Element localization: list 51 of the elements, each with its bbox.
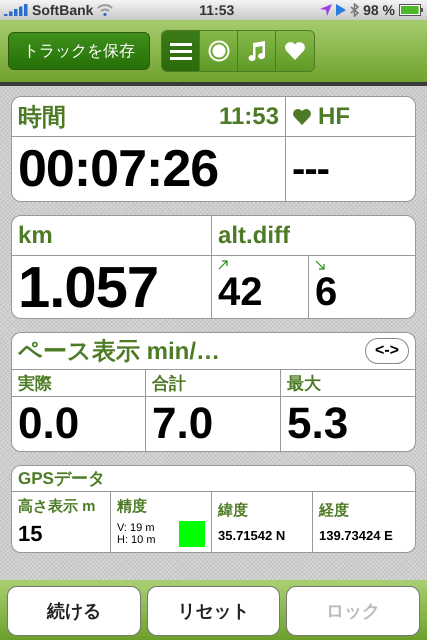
- ascent-value: 42: [218, 270, 262, 314]
- latitude-value: 35.71542 N: [218, 528, 286, 544]
- distance-value: 1.057: [18, 254, 158, 318]
- pace-label: 最大: [287, 372, 321, 394]
- battery-icon: [399, 4, 424, 16]
- segment-button[interactable]: [276, 31, 314, 71]
- heart-icon: [284, 41, 306, 61]
- vertical-accuracy: V: 19 m: [117, 522, 156, 534]
- play-icon: [336, 4, 346, 16]
- heart-icon: [292, 108, 312, 126]
- toggle-button[interactable]: <->: [364, 338, 409, 364]
- time-label: 時間: [18, 102, 66, 132]
- carrier-name: SoftBank: [32, 2, 94, 18]
- altitude-value: 15: [18, 521, 42, 547]
- pace-value: 0.0: [18, 399, 80, 449]
- record-icon: [208, 40, 230, 62]
- down-arrow-icon: [315, 260, 325, 270]
- descent-value: 6: [315, 270, 338, 314]
- longitude-value: 139.73424 E: [319, 528, 393, 544]
- action-button[interactable]: 続ける: [7, 586, 141, 636]
- pace-label: 合計: [152, 372, 186, 394]
- clock-time: 11:53: [218, 102, 279, 130]
- menu-icon: [170, 42, 192, 60]
- heart-rate-value: ---: [292, 146, 329, 192]
- action-button[interactable]: リセット: [146, 586, 280, 636]
- elapsed-time: 00:07:26: [18, 139, 218, 199]
- battery-percent: 98 %: [363, 2, 396, 18]
- music-note-icon: [246, 40, 266, 62]
- heart-rate-label: HF: [318, 102, 350, 130]
- longitude-label: 経度: [319, 500, 349, 520]
- segment-button[interactable]: [162, 31, 200, 71]
- segment-button[interactable]: [238, 31, 276, 71]
- up-arrow-icon: [218, 260, 228, 270]
- pace-value: 5.3: [287, 399, 348, 449]
- pace-value: 7.0: [152, 399, 214, 449]
- wifi-icon: [97, 4, 114, 16]
- horizontal-accuracy: H: 10 m: [117, 534, 156, 546]
- bluetooth-icon: [350, 3, 360, 17]
- save-track-button[interactable]: トラックを保存: [8, 32, 150, 70]
- clock: 11:53: [199, 2, 234, 18]
- signal-icon: [4, 4, 28, 16]
- pace-title: ペース表示 min/…: [18, 337, 220, 367]
- altitude-diff-label: alt.diff: [218, 222, 290, 250]
- distance-label: km: [18, 222, 53, 250]
- latitude-label: 緯度: [218, 500, 248, 520]
- gps-title: GPSデータ: [18, 468, 105, 490]
- location-arrow-icon: [320, 4, 332, 16]
- segment-button[interactable]: [200, 31, 238, 71]
- altitude-label: 高さ表示 m: [18, 497, 96, 516]
- pace-label: 実際: [18, 372, 52, 394]
- accuracy-label: 精度: [117, 497, 148, 516]
